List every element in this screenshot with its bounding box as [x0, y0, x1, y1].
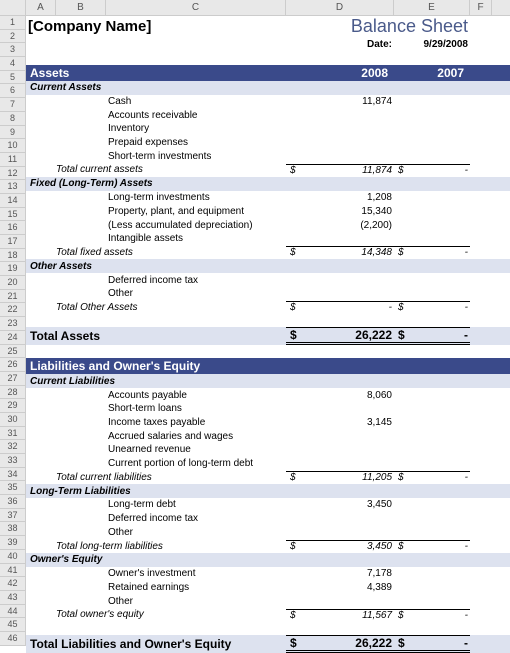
sheet-content: [Company Name] Balance Sheet Date: 9/29/… [26, 16, 510, 653]
other-asset-row[interactable]: Other [26, 287, 510, 301]
fixed-asset-row[interactable]: Intangible assets [26, 232, 510, 246]
total-current-liabilities: Total current liabilities $11,205 $- [26, 470, 510, 484]
current-asset-row[interactable]: Cash 11,874 [26, 95, 510, 109]
equity-row[interactable]: Owner's investment 7,178 [26, 567, 510, 581]
line-value-1[interactable]: 8,060 [348, 390, 394, 401]
assets-header: Assets 2008 2007 [26, 65, 510, 81]
total-liabilities-equity: Total Liabilities and Owner's Equity $26… [26, 635, 510, 653]
line-value-1[interactable]: 4,389 [348, 582, 394, 593]
total-longterm-liabilities: Total long-term liabilities $3,450 $- [26, 539, 510, 553]
line-label: Inventory [106, 123, 286, 134]
owners-equity-header: Owner's Equity [26, 553, 510, 567]
other-asset-row[interactable]: Deferred income tax [26, 273, 510, 287]
line-label: (Less accumulated depreciation) [106, 220, 286, 231]
fixed-asset-row[interactable]: (Less accumulated depreciation) (2,200) [26, 218, 510, 232]
total-current-assets: Total current assets $11,874 $- [26, 163, 510, 177]
other-assets-header: Other Assets [26, 259, 510, 273]
line-label: Unearned revenue [106, 444, 286, 455]
current-liability-row[interactable]: Accounts payable 8,060 [26, 388, 510, 402]
current-asset-row[interactable]: Prepaid expenses [26, 136, 510, 150]
column-headers: A B C D E F [0, 0, 510, 16]
line-label: Accounts receivable [106, 110, 286, 121]
line-label: Short-term investments [106, 151, 286, 162]
current-liability-row[interactable]: Current portion of long-term debt [26, 457, 510, 471]
line-label: Deferred income tax [106, 275, 286, 286]
line-label: Retained earnings [106, 582, 286, 593]
longterm-liability-row[interactable]: Other [26, 526, 510, 540]
company-name[interactable]: [Company Name] [26, 18, 286, 35]
liabilities-header: Liabilities and Owner's Equity [26, 358, 510, 374]
fixed-assets-header: Fixed (Long-Term) Assets [26, 177, 510, 191]
line-value-1[interactable]: 1,208 [348, 192, 394, 203]
current-liability-row[interactable]: Income taxes payable 3,145 [26, 416, 510, 430]
row-headers: 1234567891011121314151617181920212223242… [0, 16, 26, 646]
year-col-2: 2007 [394, 66, 470, 80]
equity-row[interactable]: Retained earnings 4,389 [26, 581, 510, 595]
longterm-liabilities-header: Long-Term Liabilities [26, 484, 510, 498]
line-value-1[interactable]: (2,200) [348, 220, 394, 231]
total-owners-equity: Total owner's equity $11,567 $- [26, 608, 510, 622]
current-assets-header: Current Assets [26, 81, 510, 95]
line-label: Prepaid expenses [106, 137, 286, 148]
current-asset-row[interactable]: Accounts receivable [26, 108, 510, 122]
line-label: Current portion of long-term debt [106, 458, 286, 469]
line-label: Short-term loans [106, 403, 286, 414]
current-liability-row[interactable]: Unearned revenue [26, 443, 510, 457]
current-asset-row[interactable]: Short-term investments [26, 149, 510, 163]
date-label: Date: [286, 39, 394, 50]
line-label: Intangible assets [106, 233, 286, 244]
current-asset-row[interactable]: Inventory [26, 122, 510, 136]
line-label: Other [106, 288, 286, 299]
fixed-asset-row[interactable]: Property, plant, and equipment 15,340 [26, 205, 510, 219]
total-assets: Total Assets $26,222 $- [26, 327, 510, 345]
line-value-1[interactable]: 3,145 [348, 417, 394, 428]
line-label: Cash [106, 96, 286, 107]
line-label: Long-term debt [106, 499, 286, 510]
date-value[interactable]: 9/29/2008 [394, 39, 470, 50]
line-label: Accounts payable [106, 390, 286, 401]
line-value-1[interactable]: 7,178 [348, 568, 394, 579]
current-liabilities-header: Current Liabilities [26, 374, 510, 388]
line-label: Other [106, 527, 286, 538]
longterm-liability-row[interactable]: Long-term debt 3,450 [26, 498, 510, 512]
line-value-1[interactable]: 11,874 [348, 96, 394, 107]
fixed-asset-row[interactable]: Long-term investments 1,208 [26, 191, 510, 205]
line-label: Income taxes payable [106, 417, 286, 428]
line-label: Long-term investments [106, 192, 286, 203]
line-label: Property, plant, and equipment [106, 206, 286, 217]
line-label: Deferred income tax [106, 513, 286, 524]
current-liability-row[interactable]: Accrued salaries and wages [26, 429, 510, 443]
total-fixed-assets: Total fixed assets $14,348 $- [26, 246, 510, 260]
line-label: Other [106, 596, 286, 607]
line-label: Accrued salaries and wages [106, 431, 286, 442]
line-value-1[interactable]: 15,340 [348, 206, 394, 217]
line-value-1[interactable]: 3,450 [348, 499, 394, 510]
year-col-1: 2008 [286, 66, 394, 80]
current-liability-row[interactable]: Short-term loans [26, 402, 510, 416]
equity-row[interactable]: Other [26, 594, 510, 608]
line-label: Owner's investment [106, 568, 286, 579]
longterm-liability-row[interactable]: Deferred income tax [26, 512, 510, 526]
total-other-assets: Total Other Assets $- $- [26, 301, 510, 315]
sheet-title: Balance Sheet [286, 16, 470, 37]
